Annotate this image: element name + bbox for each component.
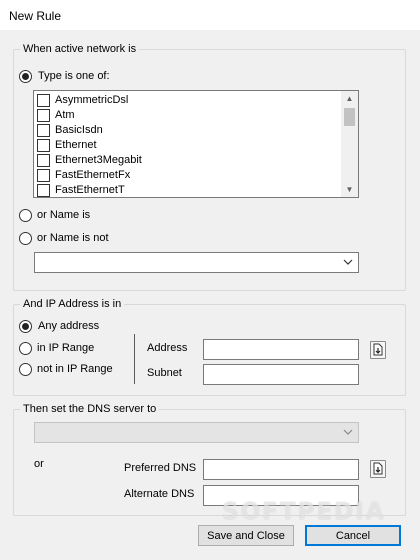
type-checkbox[interactable] [37, 154, 50, 167]
preferred-dns-label: Preferred DNS [124, 462, 197, 474]
title-bar: New Rule [0, 0, 420, 30]
dns-group-legend: Then set the DNS server to [20, 403, 160, 416]
type-label: Atm [55, 109, 75, 121]
network-name-combobox[interactable] [34, 252, 359, 273]
save-and-close-button[interactable]: Save and Close [198, 525, 294, 546]
in-ip-range-radio[interactable] [19, 342, 32, 355]
type-label: BasicIsdn [55, 124, 103, 136]
any-address-radio[interactable] [19, 320, 32, 333]
name-is-radio[interactable] [19, 209, 32, 222]
list-item[interactable]: Atm [37, 108, 337, 123]
address-label: Address [147, 342, 188, 354]
list-item[interactable]: Ethernet [37, 138, 337, 153]
address-input[interactable] [203, 339, 359, 360]
network-type-listbox[interactable]: AsymmetricDsl Atm BasicIsdn Ethernet Eth… [33, 90, 359, 198]
list-item[interactable]: Ethernet3Megabit [37, 153, 337, 168]
type-label: FastEthernetFx [55, 169, 131, 181]
type-label: AsymmetricDsl [55, 94, 129, 106]
network-group-legend: When active network is [20, 43, 140, 56]
chevron-down-icon [343, 429, 353, 435]
subnet-input[interactable] [203, 364, 359, 385]
listbox-scrollbar[interactable]: ▲ ▼ [341, 91, 358, 197]
chevron-down-icon [343, 259, 353, 265]
type-checkbox[interactable] [37, 169, 50, 182]
alternate-dns-label: Alternate DNS [124, 488, 195, 500]
scroll-thumb[interactable] [344, 108, 355, 126]
list-item[interactable]: FastEthernetT [37, 183, 337, 197]
type-checkbox[interactable] [37, 109, 50, 122]
or-label: or [34, 458, 44, 470]
window-title: New Rule [9, 9, 62, 23]
not-in-ip-range-label: not in IP Range [37, 363, 113, 375]
softpedia-watermark: SOFTPEDIA [222, 499, 386, 525]
type-label: FastEthernetT [55, 184, 125, 196]
name-is-not-radio[interactable] [19, 232, 32, 245]
type-checkbox[interactable] [37, 184, 50, 197]
scroll-up-icon[interactable]: ▲ [341, 91, 358, 106]
type-is-one-of-radio[interactable] [19, 70, 32, 83]
file-import-icon [373, 462, 383, 475]
file-import-icon [373, 343, 383, 356]
not-in-ip-range-radio[interactable] [19, 363, 32, 376]
list-item[interactable]: FastEthernetFx [37, 168, 337, 183]
any-address-label: Any address [38, 320, 100, 332]
type-checkbox[interactable] [37, 139, 50, 152]
type-checkbox[interactable] [37, 124, 50, 137]
dns-server-combobox[interactable] [34, 422, 359, 443]
cancel-button[interactable]: Cancel [305, 525, 401, 546]
import-dns-button[interactable] [370, 460, 386, 478]
type-checkbox[interactable] [37, 94, 50, 107]
divider [134, 334, 135, 384]
type-label: Ethernet3Megabit [55, 154, 142, 166]
list-item[interactable]: AsymmetricDsl [37, 93, 337, 108]
ip-group-legend: And IP Address is in [20, 298, 125, 311]
subnet-label: Subnet [147, 367, 182, 379]
type-is-one-of-label: Type is one of: [38, 70, 110, 82]
preferred-dns-input[interactable] [203, 459, 359, 480]
import-address-button[interactable] [370, 341, 386, 359]
scroll-down-icon[interactable]: ▼ [341, 182, 358, 197]
in-ip-range-label: in IP Range [37, 342, 95, 354]
list-item[interactable]: BasicIsdn [37, 123, 337, 138]
name-is-label: or Name is [37, 209, 91, 221]
type-label: Ethernet [55, 139, 97, 151]
name-is-not-label: or Name is not [37, 232, 109, 244]
